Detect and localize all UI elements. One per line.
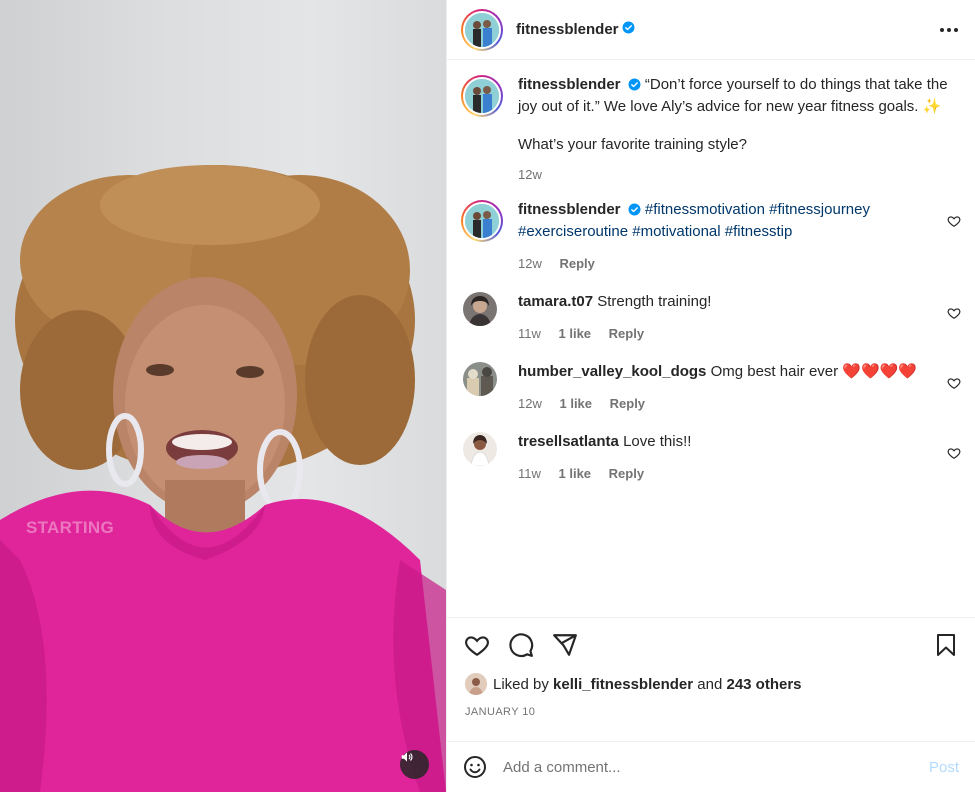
liker-avatar[interactable] — [465, 673, 487, 695]
comment-like-count[interactable]: 1 like — [559, 396, 592, 411]
reply-button[interactable]: Reply — [610, 396, 645, 411]
emoji-icon[interactable] — [463, 755, 487, 779]
comment-username[interactable]: fitnessblender — [518, 201, 621, 218]
comment-like-heart-icon[interactable] — [947, 306, 961, 320]
comment-timestamp[interactable]: 12w — [518, 256, 542, 271]
post-caption: fitnessblender “Don’t force yourself to … — [461, 75, 961, 185]
comment-avatar[interactable] — [463, 292, 497, 326]
comment-like-heart-icon[interactable] — [947, 376, 961, 390]
reply-button[interactable]: Reply — [559, 256, 594, 271]
comment-username[interactable]: tresellsatlanta — [518, 433, 619, 450]
bookmark-icon[interactable] — [934, 632, 958, 658]
caption-text-line2: joy out of it.” We love Aly’s advice for… — [518, 98, 942, 115]
post-actions: Liked by kelli_fitnessblender and 243 ot… — [447, 617, 975, 718]
caption-question: What’s your favorite training style? — [518, 136, 747, 153]
comment-text: Love this!! — [623, 433, 692, 450]
comment-item: humber_valley_kool_dogs Omg best hair ev… — [461, 362, 961, 414]
verified-badge-icon — [622, 21, 635, 39]
post-header: fitnessblender — [447, 0, 975, 60]
caption-avatar[interactable] — [461, 75, 503, 117]
post-side-panel: fitnessblender fitnessblender “Don’t for… — [446, 0, 975, 792]
reply-button[interactable]: Reply — [609, 466, 644, 481]
comment-avatar[interactable] — [463, 432, 497, 466]
liker-username[interactable]: kelli_fitnessblender — [553, 676, 693, 693]
comment-like-heart-icon[interactable] — [947, 446, 961, 460]
comment-item: fitnessblender #fitnessmotivation #fitne… — [461, 200, 961, 274]
share-icon[interactable] — [552, 632, 578, 658]
likes-count[interactable]: 243 others — [726, 676, 801, 693]
comment-timestamp[interactable]: 11w — [518, 326, 541, 341]
volume-icon[interactable] — [400, 750, 429, 779]
comment-like-count[interactable]: 1 like — [559, 326, 592, 341]
add-comment-bar: Post — [447, 741, 975, 792]
comment-like-count[interactable]: 1 like — [559, 466, 592, 481]
likes-and: and — [697, 675, 723, 693]
comment-avatar[interactable] — [461, 200, 503, 242]
comments-list[interactable]: fitnessblender “Don’t force yourself to … — [447, 61, 975, 617]
verified-badge-icon — [628, 77, 641, 97]
post-comment-button[interactable]: Post — [929, 759, 959, 776]
author-username[interactable]: fitnessblender — [516, 21, 619, 38]
video-frame-illustration — [0, 165, 446, 792]
hashtag-links-line1[interactable]: #fitnessmotivation #fitnessjourney — [645, 201, 870, 218]
comment-text: Strength training! — [597, 293, 712, 310]
comment-timestamp[interactable]: 12w — [518, 396, 542, 411]
comment-username[interactable]: tamara.t07 — [518, 293, 593, 310]
hashtag-links-line2[interactable]: #exerciseroutine #motivational #fitnesst… — [518, 222, 948, 242]
comment-avatar[interactable] — [463, 362, 497, 396]
heart-icon[interactable] — [464, 632, 490, 658]
verified-badge-icon — [628, 202, 641, 222]
comment-input[interactable] — [503, 758, 921, 776]
post-date[interactable]: JANUARY 10 — [447, 696, 975, 718]
reply-button[interactable]: Reply — [609, 326, 644, 341]
comment-username[interactable]: humber_valley_kool_dogs — [518, 363, 706, 380]
comment-icon[interactable] — [508, 632, 534, 658]
caption-username[interactable]: fitnessblender — [518, 76, 621, 93]
comment-text: Omg best hair ever ❤️❤️❤️❤️ — [710, 363, 918, 380]
caption-timestamp[interactable]: 12w — [518, 167, 542, 182]
comment-item: tamara.t07 Strength training! 11w 1 like… — [461, 292, 961, 344]
comment-like-heart-icon[interactable] — [947, 214, 961, 228]
video-overlay-caption: STARTING — [26, 518, 115, 537]
caption-text-line1: “Don’t force yourself to do things that … — [644, 76, 948, 93]
more-options-icon[interactable] — [937, 18, 961, 42]
likes-prefix: Liked by — [493, 675, 549, 693]
comment-timestamp[interactable]: 11w — [518, 466, 541, 481]
likes-summary: Liked by kelli_fitnessblender and 243 ot… — [447, 672, 975, 696]
author-avatar[interactable] — [461, 8, 503, 51]
post-media-video[interactable]: STARTING — [0, 0, 446, 792]
comment-item: tresellsatlanta Love this!! 11w 1 like R… — [461, 432, 961, 484]
